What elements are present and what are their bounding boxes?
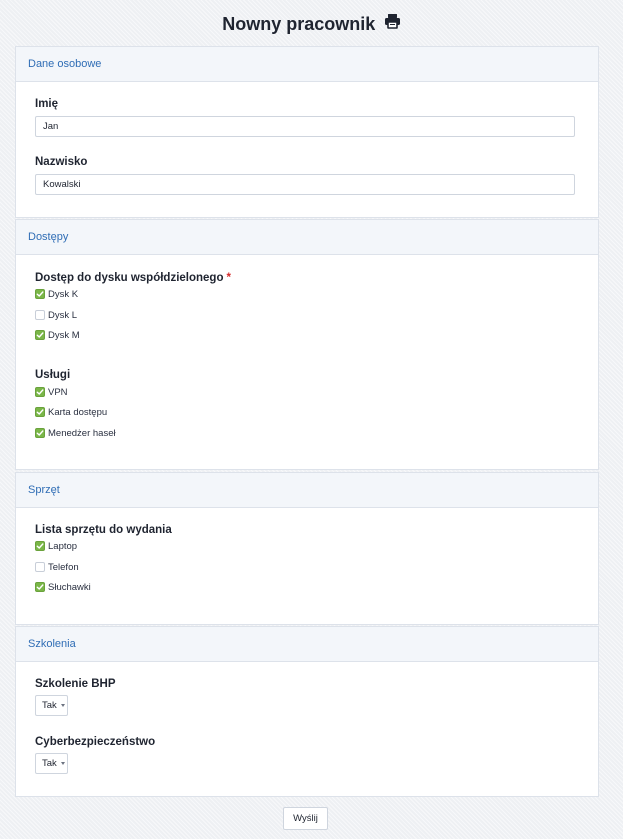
last-name-label: Nazwisko bbox=[35, 156, 88, 168]
checkbox-label: Słuchawki bbox=[48, 581, 91, 593]
section-hardware: Sprzęt Lista sprzętu do wydania Laptop T… bbox=[15, 472, 599, 625]
chevron-down-icon bbox=[60, 704, 65, 707]
select-value: Tak bbox=[42, 758, 57, 769]
printer-icon[interactable] bbox=[384, 13, 401, 34]
bhp-training-label: Szkolenie BHP bbox=[35, 678, 116, 690]
checkbox-label: Dysk L bbox=[48, 309, 78, 321]
checkbox-label: Laptop bbox=[48, 540, 78, 552]
section-header-access: Dostępy bbox=[16, 220, 598, 255]
section-header-training: Szkolenia bbox=[16, 627, 598, 662]
submit-button[interactable]: Wyślij bbox=[283, 807, 328, 830]
checkbox-access-card[interactable]: Karta dostępu bbox=[35, 406, 107, 418]
checkbox-disk-m[interactable]: Dysk M bbox=[35, 329, 80, 341]
checkbox-box[interactable] bbox=[35, 428, 45, 438]
checkbox-headphones[interactable]: Słuchawki bbox=[35, 581, 91, 593]
disk-access-label: Dostęp do dysku współdzielonego * bbox=[35, 272, 231, 284]
chevron-down-icon bbox=[60, 762, 65, 765]
checkbox-box[interactable] bbox=[35, 541, 45, 551]
checkbox-box[interactable] bbox=[35, 289, 45, 299]
section-training: Szkolenia Szkolenie BHP Tak Cyberbezpiec… bbox=[15, 626, 599, 797]
hardware-list-label: Lista sprzętu do wydania bbox=[35, 524, 172, 536]
checkbox-vpn[interactable]: VPN bbox=[35, 386, 68, 398]
checkbox-label: Karta dostępu bbox=[48, 406, 108, 418]
checkbox-label: VPN bbox=[48, 386, 68, 398]
cybersecurity-label: Cyberbezpieczeństwo bbox=[35, 736, 156, 748]
first-name-input[interactable] bbox=[35, 116, 575, 137]
disk-access-label-text: Dostęp do dysku współdzielonego bbox=[35, 272, 224, 284]
page-title: Nowny pracownik bbox=[222, 14, 376, 34]
services-label: Usługi bbox=[35, 369, 71, 381]
checkbox-label: Telefon bbox=[48, 561, 79, 573]
checkbox-box[interactable] bbox=[35, 387, 45, 397]
checkbox-disk-k[interactable]: Dysk K bbox=[35, 288, 78, 300]
section-access: Dostępy Dostęp do dysku współdzielonego *… bbox=[15, 219, 599, 470]
section-header-personal-data: Dane osobowe bbox=[16, 47, 598, 82]
checkbox-disk-l[interactable]: Dysk L bbox=[35, 309, 77, 321]
checkbox-box[interactable] bbox=[35, 582, 45, 592]
section-personal-data: Dane osobowe Imię Nazwisko bbox=[15, 46, 599, 218]
checkbox-box[interactable] bbox=[35, 562, 45, 572]
checkbox-box[interactable] bbox=[35, 330, 45, 340]
bhp-training-select[interactable]: Tak bbox=[35, 695, 68, 716]
checkbox-box[interactable] bbox=[35, 310, 45, 320]
checkbox-password-manager[interactable]: Menedżer haseł bbox=[35, 427, 116, 439]
last-name-input[interactable] bbox=[35, 174, 575, 195]
checkbox-box[interactable] bbox=[35, 407, 45, 417]
select-value: Tak bbox=[42, 700, 57, 711]
cybersecurity-select[interactable]: Tak bbox=[35, 753, 68, 774]
checkbox-label: Menedżer haseł bbox=[48, 427, 116, 439]
section-header-hardware: Sprzęt bbox=[16, 473, 598, 508]
checkbox-laptop[interactable]: Laptop bbox=[35, 540, 77, 552]
first-name-label: Imię bbox=[35, 98, 59, 110]
checkbox-label: Dysk K bbox=[48, 288, 79, 300]
page-header: Nowny pracownik bbox=[0, 14, 623, 35]
checkbox-label: Dysk M bbox=[48, 329, 80, 341]
required-marker: * bbox=[226, 272, 231, 284]
checkbox-phone[interactable]: Telefon bbox=[35, 561, 79, 573]
